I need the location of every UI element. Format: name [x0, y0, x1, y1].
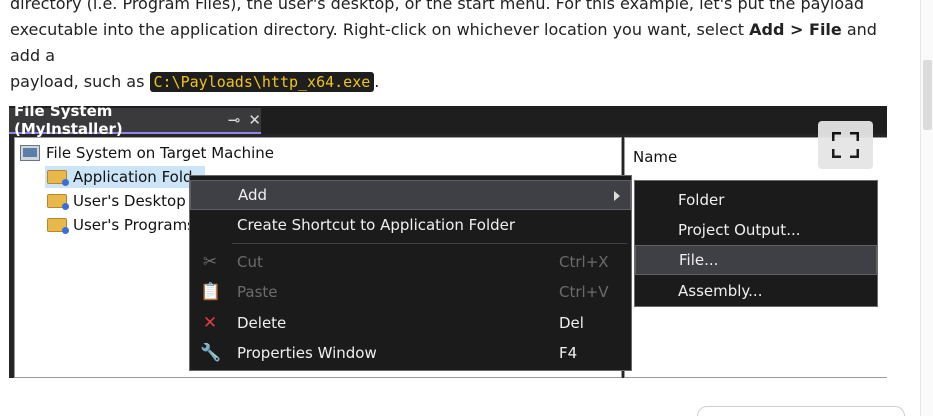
- name-column-header[interactable]: Name: [633, 148, 677, 166]
- submenu-arrow-icon: [614, 191, 620, 201]
- submenu-item-assembly[interactable]: Assembly...: [635, 276, 877, 306]
- submenu-item-label: File...: [679, 251, 719, 269]
- menu-separator: [232, 243, 627, 244]
- payload-path-code: C:\Payloads\http_x64.exe: [149, 72, 375, 92]
- pin-icon[interactable]: ⊸: [228, 111, 241, 129]
- menu-item-add[interactable]: Add: [190, 180, 631, 210]
- menu-item-label: Properties Window: [237, 344, 377, 362]
- tree-item-label: User's Programs: [73, 216, 195, 234]
- paragraph-line-1: directory (i.e. Program Files), the user…: [10, 0, 865, 13]
- menu-item-create-shortcut[interactable]: Create Shortcut to Application Folder: [190, 210, 631, 240]
- page-scrollbar[interactable]: [920, 0, 933, 416]
- menu-item-shortcut: Del: [559, 314, 584, 332]
- add-submenu: Folder Project Output... File... Assembl…: [634, 180, 878, 307]
- submenu-item-project-output[interactable]: Project Output...: [635, 215, 877, 245]
- submenu-item-label: Assembly...: [678, 282, 763, 300]
- menu-item-shortcut: Ctrl+X: [559, 253, 609, 271]
- delete-x-icon: ✕: [202, 313, 218, 333]
- tree-root-label: File System on Target Machine: [46, 144, 274, 162]
- folder-icon: [47, 170, 69, 186]
- menu-item-cut[interactable]: ✂ Cut Ctrl+X: [190, 247, 631, 277]
- computer-icon: [20, 145, 40, 161]
- tab-file-system[interactable]: File System (MyInstaller) ⊸ ✕: [9, 106, 261, 138]
- menu-item-label: Delete: [237, 314, 287, 332]
- tab-title: File System (MyInstaller): [14, 106, 123, 138]
- scrollbar-thumb[interactable]: [923, 60, 932, 130]
- menu-item-shortcut: Ctrl+V: [559, 283, 609, 301]
- article-text: directory (i.e. Program Files), the user…: [10, 0, 890, 95]
- menu-item-label: Add: [238, 186, 268, 204]
- menu-item-label: Create Shortcut to Application Folder: [237, 216, 516, 234]
- paragraph-line-3: payload, such as C:\Payloads\http_x64.ex…: [10, 69, 890, 95]
- context-menu: Add Create Shortcut to Application Folde…: [189, 175, 632, 371]
- menu-item-paste[interactable]: 📋 Paste Ctrl+V: [190, 277, 631, 307]
- paragraph-line-2: executable into the application director…: [10, 17, 890, 69]
- clipboard-icon: 📋: [200, 282, 222, 302]
- window-titlebar: File System (MyInstaller) ⊸ ✕: [9, 106, 887, 138]
- tree-item-application-folder[interactable]: Application Fold: [45, 166, 205, 188]
- menu-item-shortcut: F4: [559, 344, 578, 362]
- menu-item-delete[interactable]: ✕ Delete Del: [190, 308, 631, 338]
- expand-icon: [832, 132, 859, 158]
- wrench-icon: 🔧: [200, 343, 222, 363]
- line2-prefix: executable into the application director…: [10, 20, 750, 39]
- submenu-item-file[interactable]: File...: [635, 245, 877, 275]
- tree-item-users-desktop[interactable]: User's Desktop: [45, 190, 186, 212]
- line3-suffix: .: [374, 72, 380, 91]
- folder-icon: [47, 218, 69, 234]
- submenu-item-label: Folder: [678, 191, 725, 209]
- submenu-item-folder[interactable]: Folder: [635, 185, 877, 215]
- tree-root[interactable]: File System on Target Machine: [20, 142, 274, 164]
- line3-prefix: payload, such as: [10, 72, 150, 91]
- tree-item-label: Application Fold: [73, 168, 193, 186]
- menu-item-properties-window[interactable]: 🔧 Properties Window F4: [190, 338, 631, 368]
- menu-item-label: Cut: [237, 253, 263, 271]
- scissors-icon: ✂: [202, 252, 218, 272]
- fullscreen-button[interactable]: [818, 121, 873, 169]
- add-file-emphasis: Add > File: [749, 20, 842, 39]
- tree-item-users-programs[interactable]: User's Programs: [45, 214, 195, 236]
- folder-icon: [47, 194, 69, 210]
- floating-pill-button[interactable]: [697, 406, 905, 416]
- submenu-item-label: Project Output...: [678, 221, 801, 239]
- tree-item-label: User's Desktop: [73, 192, 186, 210]
- menu-item-label: Paste: [237, 283, 278, 301]
- close-icon[interactable]: ✕: [248, 111, 261, 129]
